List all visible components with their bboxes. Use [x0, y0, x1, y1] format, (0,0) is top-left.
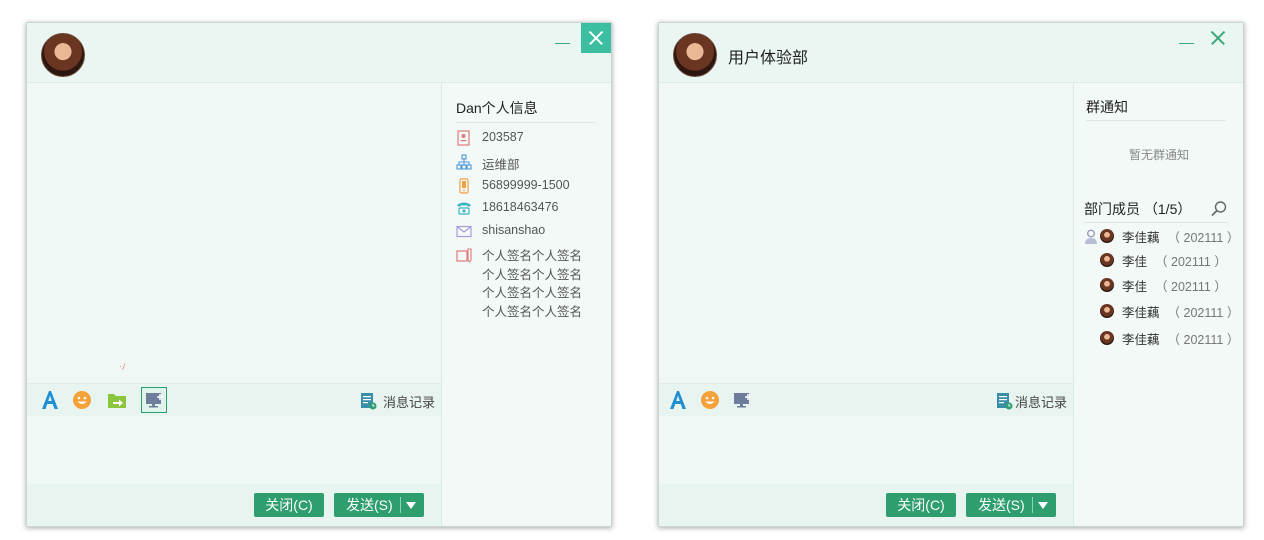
- message-history-button[interactable]: 消息记录: [360, 391, 435, 411]
- close-window-button[interactable]: [581, 23, 611, 53]
- members-title: 部门成员 （1/5）: [1084, 201, 1192, 217]
- department: 运维部: [482, 158, 520, 172]
- message-area[interactable]: [659, 83, 1073, 383]
- member-avatar: [1100, 304, 1114, 318]
- member-avatar: [1100, 253, 1114, 267]
- group-panel: 群通知 暂无群通知 部门成员 （1/5） 李佳藕 （ 202111 ） 李佳 （…: [1073, 83, 1243, 526]
- close-chat-button[interactable]: 关闭(C): [254, 493, 324, 517]
- chat-window-group: 用户体验部 消息记录 关闭(C) 发送(S) 群通知 暂无群通知 部门成员 （1…: [658, 22, 1244, 527]
- minimize-button[interactable]: [1174, 31, 1198, 55]
- send-separator: [1032, 497, 1033, 513]
- send-options-chevron-down-icon[interactable]: [1038, 502, 1048, 509]
- signature: 个人签名个人签名个人签名个人签名个人签名个人签名个人签名个人签名: [482, 249, 583, 319]
- member-name: 李佳: [1122, 254, 1148, 269]
- search-icon[interactable]: [1210, 200, 1228, 218]
- message-input[interactable]: [27, 416, 441, 484]
- font-icon[interactable]: [667, 389, 689, 411]
- member-item[interactable]: 李佳 （ 202111 ）: [1100, 275, 1243, 295]
- member-name: 李佳藕: [1122, 230, 1160, 245]
- send-options-chevron-down-icon[interactable]: [406, 502, 416, 509]
- send-button[interactable]: 发送(S): [966, 493, 1056, 517]
- history-icon: [360, 392, 377, 410]
- email-row: shisanshao: [456, 223, 545, 239]
- chat-toolbar: 消息记录: [659, 383, 1073, 416]
- member-id: （ 202111 ）: [1155, 254, 1227, 269]
- person-icon: [1084, 229, 1098, 245]
- screenshot-icon[interactable]: [731, 389, 753, 411]
- screenshot-icon[interactable]: [141, 387, 167, 413]
- member-item[interactable]: 李佳 （ 202111 ）: [1100, 250, 1243, 270]
- contact-avatar[interactable]: [41, 33, 85, 77]
- org-chart-icon: [456, 154, 472, 170]
- message-history-button[interactable]: 消息记录: [996, 391, 1067, 411]
- title-bar[interactable]: 用户体验部: [659, 23, 1243, 83]
- close-window-button[interactable]: [1203, 23, 1233, 53]
- divider: [1084, 222, 1228, 223]
- phone-row: 56899999-1500: [456, 178, 570, 194]
- member-avatar: [1100, 278, 1114, 292]
- emoji-icon[interactable]: [71, 389, 93, 411]
- member-id: （ 202111 ）: [1167, 332, 1240, 347]
- emoji-icon[interactable]: [699, 389, 721, 411]
- close-chat-button[interactable]: 关闭(C): [886, 493, 956, 517]
- employee-id: 203587: [482, 130, 524, 144]
- member-id: （ 202111 ）: [1155, 279, 1227, 294]
- member-item[interactable]: 李佳藕 （ 202111 ）: [1100, 301, 1243, 321]
- stray-mark: ·ﾉ: [119, 362, 126, 371]
- member-item[interactable]: 李佳藕 （ 202111 ）: [1100, 328, 1243, 348]
- chat-toolbar: 消息记录: [27, 383, 441, 416]
- member-avatar: [1100, 331, 1114, 345]
- divider: [456, 122, 596, 123]
- send-separator: [400, 497, 401, 513]
- phone: 56899999-1500: [482, 178, 570, 192]
- employee-id-row: 203587: [456, 130, 524, 146]
- divider: [1086, 120, 1226, 121]
- history-icon: [996, 392, 1013, 410]
- notice-title: 群通知: [1086, 99, 1128, 115]
- member-name: 李佳藕: [1122, 332, 1160, 347]
- email: shisanshao: [482, 223, 546, 237]
- message-area[interactable]: ·ﾉ: [27, 83, 441, 383]
- signature-icon: [456, 247, 472, 263]
- department-row: 运维部: [456, 154, 520, 173]
- mobile-phone-icon: [456, 178, 472, 194]
- mail-icon: [456, 223, 472, 239]
- message-input[interactable]: [659, 416, 1073, 484]
- send-button[interactable]: 发送(S): [334, 493, 424, 517]
- profile-title: Dan个人信息: [456, 100, 538, 116]
- send-label: 发送(S): [346, 497, 393, 513]
- history-label: 消息记录: [382, 394, 435, 410]
- notice-empty-text: 暂无群通知: [1128, 148, 1189, 162]
- profile-panel: Dan个人信息 203587 运维部 56899999-1500 1861846…: [441, 83, 611, 526]
- send-label: 发送(S): [978, 497, 1025, 513]
- telephone-icon: [456, 200, 472, 216]
- id-card-icon: [456, 130, 472, 146]
- title-bar[interactable]: [27, 23, 611, 83]
- member-item[interactable]: 李佳藕 （ 202111 ）: [1100, 226, 1243, 246]
- minimize-button[interactable]: [550, 31, 574, 55]
- chat-window-personal: ·ﾉ 消息记录 关闭(C) 发送(S) Dan个人信息 203587 运维部 5…: [26, 22, 612, 527]
- bottom-bar: 关闭(C) 发送(S): [659, 484, 1073, 526]
- font-icon[interactable]: [39, 389, 61, 411]
- member-name: 李佳: [1122, 279, 1148, 294]
- send-file-icon[interactable]: [106, 389, 128, 411]
- signature-row: 个人签名个人签名个人签名个人签名个人签名个人签名个人签名个人签名: [456, 247, 594, 321]
- group-avatar[interactable]: [673, 33, 717, 77]
- group-title: 用户体验部: [728, 50, 809, 67]
- mobile-row: 18618463476: [456, 200, 558, 216]
- mobile: 18618463476: [482, 200, 559, 214]
- bottom-bar: 关闭(C) 发送(S): [27, 484, 441, 526]
- history-label: 消息记录: [1014, 394, 1067, 410]
- member-id: （ 202111 ）: [1167, 305, 1240, 320]
- member-id: （ 202111 ）: [1167, 230, 1240, 245]
- member-avatar: [1100, 229, 1114, 243]
- member-name: 李佳藕: [1122, 305, 1160, 320]
